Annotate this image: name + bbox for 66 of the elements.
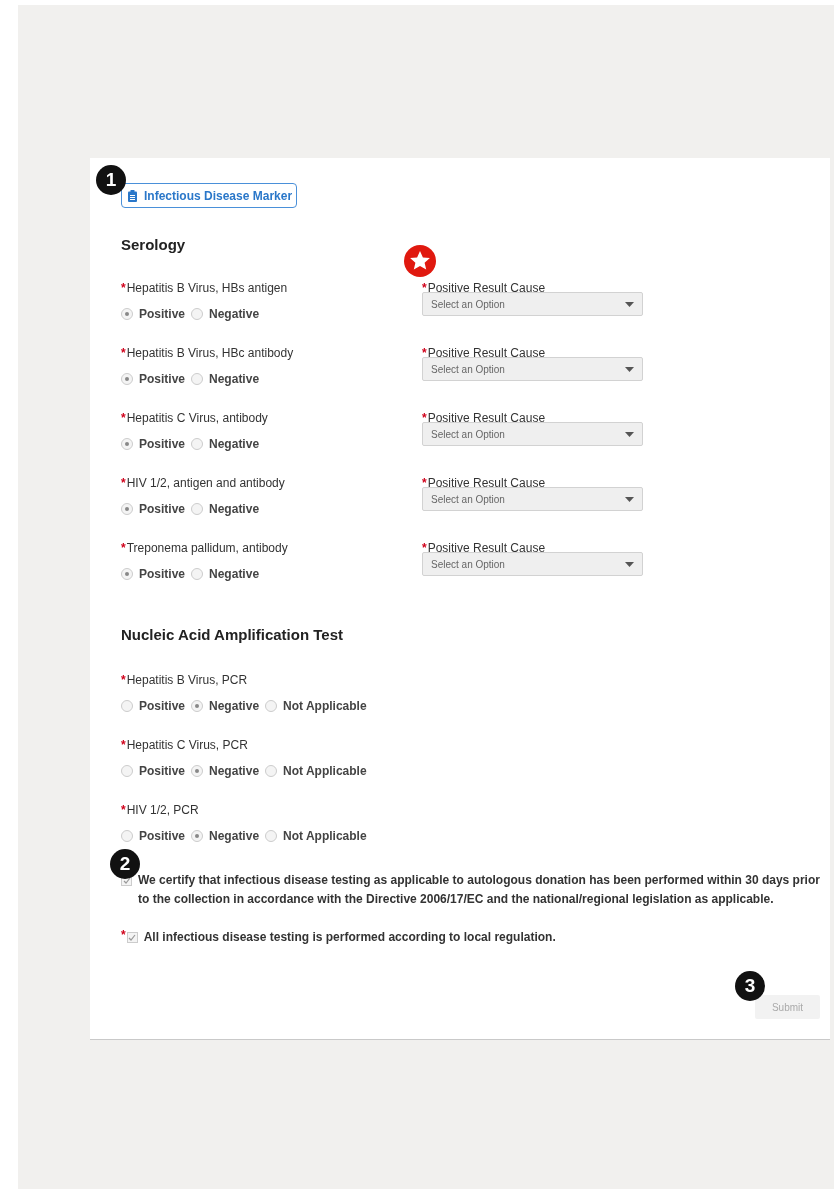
caret-icon: [625, 431, 634, 437]
radio-label: Negative: [209, 437, 260, 451]
radio-button[interactable]: [121, 438, 133, 450]
radio-button[interactable]: [191, 308, 204, 320]
radio-button[interactable]: [191, 503, 204, 515]
select-field[interactable]: Select an Option: [422, 487, 643, 511]
certification-text: All infectious disease testing is performed according to local regulation.: [143, 929, 556, 946]
radio-label: Positive: [139, 567, 186, 581]
step-marker: 1: [96, 165, 126, 195]
field-label: *Hepatitis B Virus, PCR: [121, 673, 249, 689]
radio-label: Positive: [139, 437, 186, 451]
radio-label: Positive: [139, 699, 186, 713]
radio-label: Not Applicable: [283, 699, 367, 713]
radio-button[interactable]: [191, 830, 204, 842]
caret-icon: [625, 366, 634, 372]
certification-text: We certify that infectious disease testing as applicable to autologous donation has been performed within 30 days prior to the collection in accordance with the Directive 2006/17/EC and the national/regional legislation as applicable.: [138, 872, 820, 908]
radio-label: Negative: [209, 502, 260, 516]
radio-label: Negative: [209, 699, 260, 713]
select-field[interactable]: Select an Option: [422, 552, 643, 576]
radio-button[interactable]: [265, 830, 278, 842]
caret-icon: [625, 561, 634, 567]
radio-label: Negative: [209, 829, 260, 843]
caret-icon: [625, 496, 634, 502]
radio-button[interactable]: [121, 765, 133, 777]
field-label: *Hepatitis C Virus, antibody: [121, 411, 269, 427]
radio-button[interactable]: [121, 308, 133, 320]
field-label: *Treponema pallidum, antibody: [121, 541, 289, 557]
section-heading: Nucleic Acid Amplification Test: [121, 626, 344, 643]
clipboard-icon: [127, 189, 138, 202]
radio-label: Negative: [209, 372, 260, 386]
radio-button[interactable]: [191, 700, 204, 712]
radio-button[interactable]: [265, 765, 278, 777]
radio-button[interactable]: [121, 568, 133, 580]
checkbox[interactable]: [126, 932, 138, 943]
radio-label: Negative: [209, 567, 260, 581]
field-label: *HIV 1/2, PCR: [121, 803, 200, 819]
radio-label: Positive: [139, 307, 186, 321]
select-field[interactable]: Select an Option: [422, 422, 643, 446]
radio-button[interactable]: [265, 700, 278, 712]
radio-button[interactable]: [191, 568, 204, 580]
radio-button[interactable]: [121, 373, 133, 385]
radio-label: Negative: [209, 764, 260, 778]
radio-label: Positive: [139, 764, 186, 778]
radio-label: Not Applicable: [283, 764, 367, 778]
field-label: *Hepatitis B Virus, HBs antigen: [121, 281, 289, 297]
section-button[interactable]: Infectious Disease Marker: [121, 183, 298, 208]
radio-label: Positive: [139, 829, 186, 843]
field-label: *Hepatitis C Virus, PCR: [121, 738, 249, 754]
caret-icon: [625, 301, 634, 307]
radio-button[interactable]: [121, 830, 133, 842]
radio-label: Negative: [209, 307, 260, 321]
select-field[interactable]: Select an Option: [422, 357, 643, 381]
radio-label: Positive: [139, 372, 186, 386]
required-mark: *: [121, 928, 126, 942]
radio-label: Positive: [139, 502, 186, 516]
radio-button[interactable]: [191, 438, 204, 450]
radio-button[interactable]: [191, 765, 204, 777]
radio-button[interactable]: [121, 700, 133, 712]
field-label: *Hepatitis B Virus, HBc antibody: [121, 346, 295, 362]
step-marker: 3: [735, 971, 765, 1001]
radio-label: Not Applicable: [283, 829, 367, 843]
field-label: *HIV 1/2, antigen and antibody: [121, 476, 286, 492]
select-field[interactable]: Select an Option: [422, 292, 643, 316]
section-heading: Serology: [121, 236, 187, 253]
radio-button[interactable]: [191, 373, 204, 385]
radio-button[interactable]: [121, 503, 133, 515]
